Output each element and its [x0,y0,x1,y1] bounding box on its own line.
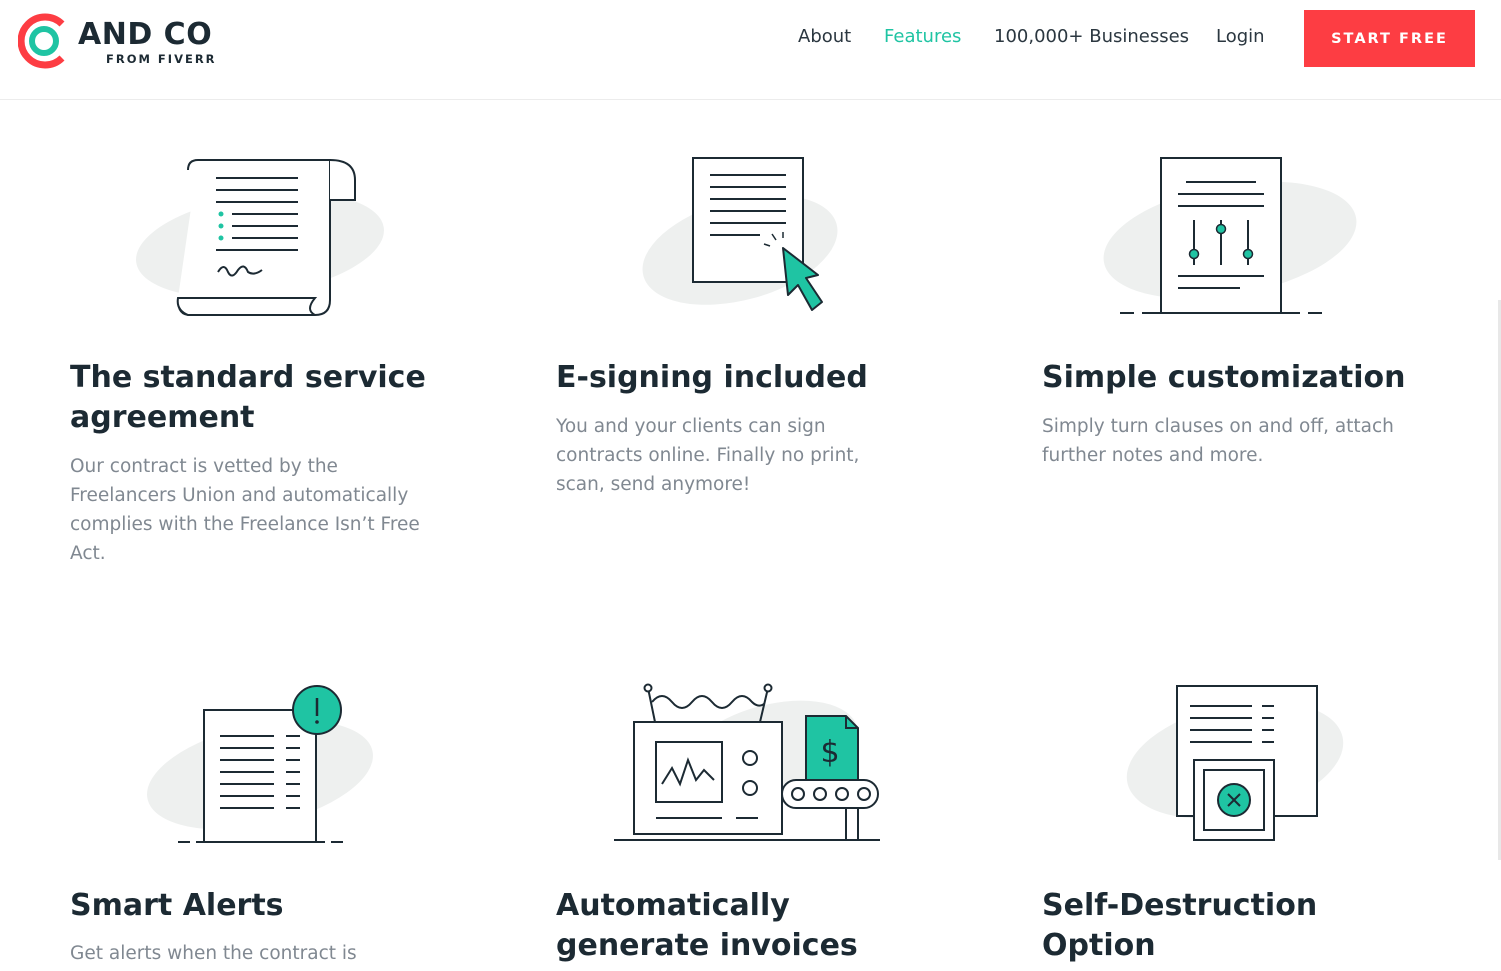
feature-description: Simply turn clauses on and off, attach [1042,416,1394,437]
logo[interactable]: AND CO FROM FIVERR [18,12,228,72]
feature-description: complies with the Freelance Isn’t Free [70,514,420,535]
document-destruct-icon [1126,685,1344,841]
feature-description: Freelancers Union and automatically [70,485,409,506]
feature-title: E-signing included [556,360,868,395]
logo-wordmark: AND CO [78,17,213,52]
nav-features[interactable]: Features [884,26,961,52]
feature-description: contracts online. Finally no print, [556,445,860,466]
feature-description: Act. [70,543,106,564]
feature-title: Self-Destruction [1042,888,1318,923]
feature-title: Automatically [556,888,790,923]
nav-about[interactable]: About [798,26,851,52]
svg-text:$: $ [820,735,839,770]
site-header: AND CO FROM FIVERR About Features 100,00… [0,0,1501,100]
document-alert-icon [147,685,373,843]
nav-login[interactable]: Login [1216,26,1265,52]
document-cursor-icon [642,157,838,311]
contract-scroll-icon [136,159,384,316]
nav-businesses[interactable]: 100,000+ Businesses [994,26,1189,52]
feature-description: Our contract is vetted by the [70,456,338,477]
document-sliders-icon [1103,157,1357,314]
feature-title: Option [1042,928,1156,963]
start-free-button[interactable]: START FREE [1304,10,1475,67]
logo-subtitle: FROM FIVERR [106,52,217,66]
feature-description: scan, send anymore! [556,474,751,495]
feature-description: further notes and more. [1042,445,1264,466]
feature-description: You and your clients can sign [556,416,826,437]
feature-title: agreement [70,400,255,435]
invoice-machine-icon: $ [614,683,880,841]
feature-description: Get alerts when the contract is [70,943,357,964]
feature-title: generate invoices [556,928,858,963]
logo-ring-icon [18,13,65,69]
feature-title: The standard service [70,360,426,395]
feature-title: Smart Alerts [70,888,284,923]
feature-title: Simple customization [1042,360,1406,395]
